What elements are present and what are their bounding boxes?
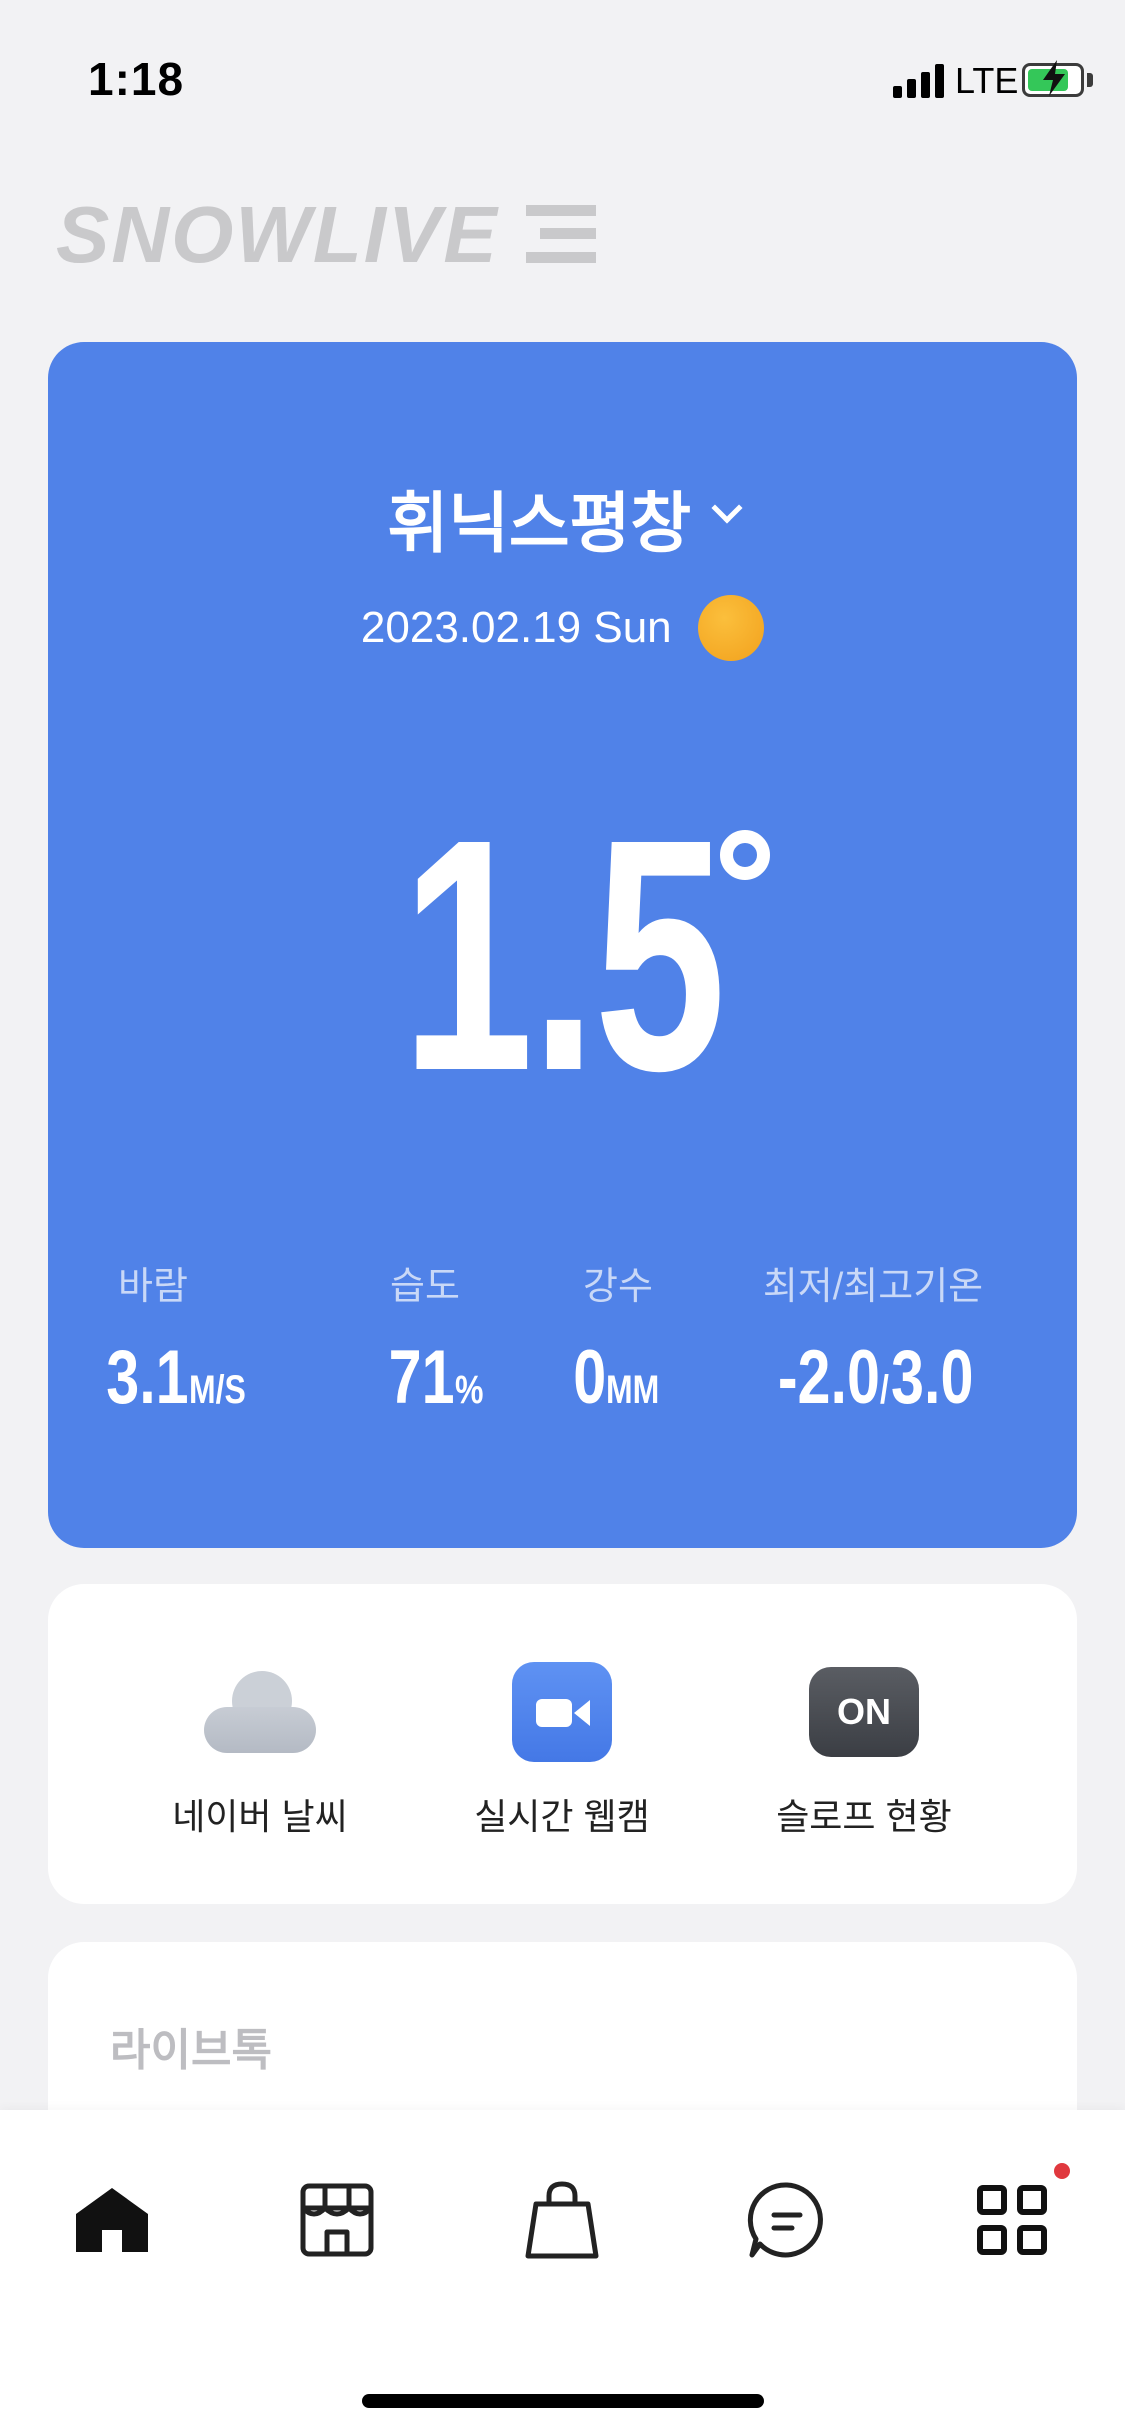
nav-store[interactable] [287, 2170, 387, 2270]
stat-value-row: 3.1M/S [83, 1334, 245, 1421]
stat-unit: M/S [188, 1368, 246, 1412]
stat-unit: % [454, 1368, 484, 1412]
logo-bars [526, 205, 596, 263]
stat-precipitation: 강수 0MM [558, 1255, 678, 1421]
stat-value: 3.1 [106, 1335, 189, 1420]
date-row: 2023.02.19 Sun [0, 595, 1125, 661]
stat-value: 0 [572, 1335, 606, 1420]
battery-cap [1087, 73, 1093, 87]
degree-icon [720, 830, 770, 880]
stat-unit: MM [605, 1368, 660, 1412]
charging-bolt-icon [1034, 58, 1074, 105]
store-icon [300, 2183, 374, 2257]
link-label: 슬로프 현황 [776, 1796, 952, 1837]
stat-value-row: -2.0/3.0 [748, 1334, 998, 1421]
live-talk-title: 라이브톡 [110, 2026, 272, 2075]
nav-menu[interactable] [962, 2170, 1062, 2270]
temperature: 1.5 [0, 790, 1125, 1120]
stat-value-row: 0MM [558, 1334, 678, 1421]
stat-label: 최저/최고기온 [762, 1266, 984, 1308]
resort-selector[interactable]: 휘닉스평창 [0, 470, 1125, 566]
on-icon: ON [809, 1667, 919, 1757]
stat-min-value: -2.0 [777, 1335, 881, 1420]
stat-value: 71 [388, 1335, 455, 1420]
sun-icon [698, 595, 765, 661]
status-time: 1:18 [88, 53, 185, 105]
stat-label: 습도 [390, 1266, 460, 1308]
weather-date: 2023.02.19 Sun [360, 603, 672, 652]
stat-separator: / [880, 1368, 889, 1412]
chat-icon [747, 2182, 823, 2258]
home-icon [76, 2188, 148, 2252]
link-label: 실시간 웹캠 [474, 1796, 650, 1837]
nav-chat[interactable] [737, 2170, 837, 2270]
nav-shop[interactable] [512, 2170, 612, 2270]
grid-menu-icon [977, 2185, 1047, 2255]
stat-min-max-temp: 최저/최고기온 -2.0/3.0 [748, 1255, 998, 1421]
link-icon-wrap [130, 1660, 390, 1764]
stat-humidity: 습도 71% [370, 1255, 484, 1421]
nav-home[interactable] [62, 2170, 162, 2270]
temperature-value: 1.5 [401, 770, 727, 1139]
webcam-icon [512, 1662, 612, 1762]
link-icon-wrap: ON [734, 1660, 994, 1764]
resort-name[interactable]: 휘닉스평창 [387, 486, 691, 560]
webcam-link[interactable]: 실시간 웹캠 [432, 1660, 692, 1840]
screen: 1:18 LTE SNOWLIVE 휘닉스평창 2023.02.19 Sun 1… [0, 0, 1125, 2436]
snowlive-logo[interactable]: SNOWLIVE [56, 195, 596, 275]
stat-value-row: 71% [370, 1334, 484, 1421]
signal-icon [893, 64, 945, 98]
stat-wind: 바람 3.1M/S [83, 1255, 245, 1421]
cloud-icon [204, 1671, 316, 1753]
chevron-down-icon[interactable] [710, 492, 743, 524]
link-icon-wrap [432, 1660, 692, 1764]
status-bar: 1:18 LTE [0, 0, 1125, 140]
quick-links-card: 네이버 날씨 실시간 웹캠 ON 슬로프 현황 [48, 1584, 1077, 1904]
network-label: LTE [955, 60, 1019, 101]
home-indicator[interactable] [362, 2394, 764, 2408]
weather-stats: 바람 3.1M/S 습도 71% 강수 0MM 최저/최고기온 -2.0/3.0 [48, 1255, 1077, 1420]
naver-weather-link[interactable]: 네이버 날씨 [130, 1660, 390, 1840]
slope-status-link[interactable]: ON 슬로프 현황 [734, 1660, 994, 1840]
logo-text: SNOWLIVE [56, 190, 499, 279]
stat-max-value: 3.0 [891, 1335, 974, 1420]
stat-label: 강수 [583, 1266, 653, 1308]
bottom-nav [0, 2110, 1125, 2436]
link-label: 네이버 날씨 [172, 1796, 348, 1837]
stat-label: 바람 [118, 1266, 188, 1308]
shopping-bag-icon [525, 2181, 599, 2259]
notification-badge [1054, 2163, 1070, 2179]
